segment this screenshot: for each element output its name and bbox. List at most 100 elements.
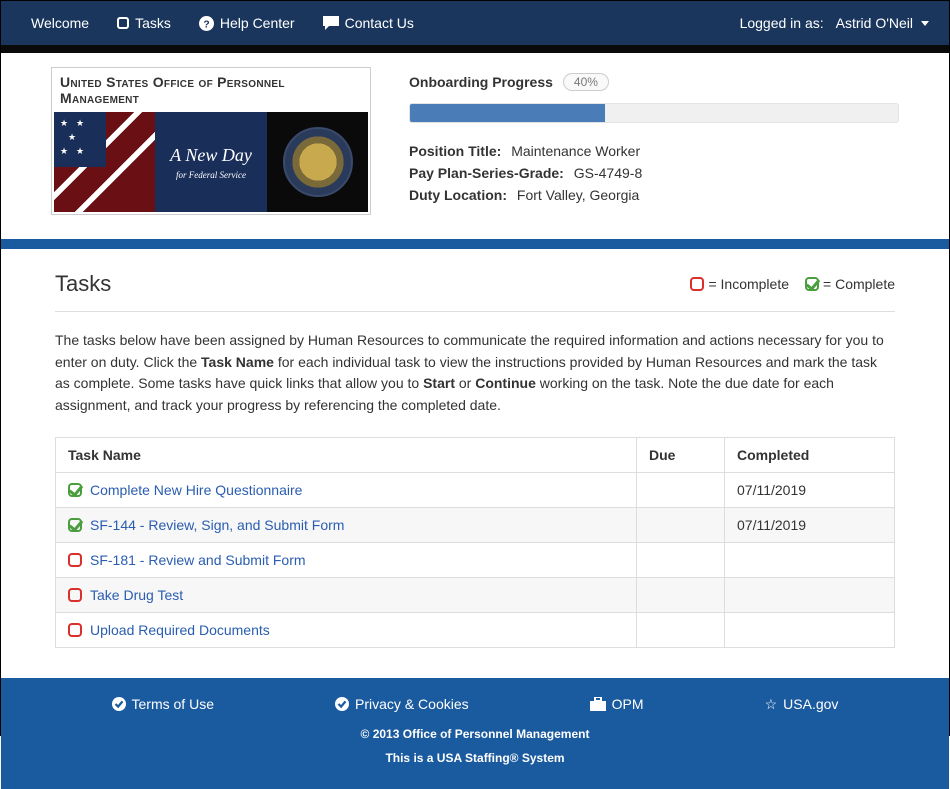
flag-image: ★ ★ ★ ★ ★ (54, 112, 155, 212)
footer-privacy[interactable]: Privacy & Cookies (335, 696, 469, 713)
pay-plan-value: GS-4749-8 (574, 165, 642, 181)
table-row: Upload Required Documents (56, 612, 895, 647)
complete-icon (805, 277, 819, 291)
tasks-table: Task Name Due Completed Complete New Hir… (55, 437, 895, 648)
onboarding-info: Onboarding Progress 40% Position Title: … (409, 67, 899, 215)
new-day-script: A New Day (170, 145, 252, 166)
position-title-value: Maintenance Worker (511, 143, 640, 159)
footer-usa-label: USA.gov (783, 696, 838, 712)
completed-cell (725, 542, 895, 577)
due-cell (637, 612, 725, 647)
completed-cell: 07/11/2019 (725, 507, 895, 542)
duty-location-line: Duty Location: Fort Valley, Georgia (409, 187, 899, 203)
position-title-line: Position Title: Maintenance Worker (409, 143, 899, 159)
task-cell: Complete New Hire Questionnaire (56, 472, 637, 507)
legend-incomplete-text: = Incomplete (708, 276, 789, 292)
due-cell (637, 507, 725, 542)
completed-cell (725, 577, 895, 612)
nav-welcome[interactable]: Welcome (17, 3, 103, 43)
table-body: Complete New Hire Questionnaire 07/11/201… (56, 472, 895, 647)
nav-welcome-label: Welcome (31, 15, 89, 31)
pay-plan-label: Pay Plan-Series-Grade: (409, 165, 564, 181)
footer-terms[interactable]: Terms of Use (112, 696, 214, 713)
footer-terms-label: Terms of Use (132, 696, 214, 712)
status-legend: = Incomplete = Complete (690, 276, 895, 292)
completed-cell (725, 612, 895, 647)
briefcase-icon (590, 697, 606, 711)
footer: Terms of Use Privacy & Cookies OPM ☆ USA… (1, 678, 949, 789)
footer-usa[interactable]: ☆ USA.gov (765, 696, 839, 713)
legend-incomplete: = Incomplete (690, 276, 789, 292)
progress-bar (409, 103, 899, 123)
footer-copyright: © 2013 Office of Personnel Management (1, 727, 949, 741)
nav-help-label: Help Center (220, 15, 295, 31)
table-row: Complete New Hire Questionnaire 07/11/201… (56, 472, 895, 507)
table-row: SF-144 - Review, Sign, and Submit Form 07… (56, 507, 895, 542)
nav-tasks-label: Tasks (135, 15, 171, 31)
footer-system: This is a USA Staffing® System (1, 751, 949, 765)
progress-label: Onboarding Progress (409, 74, 553, 90)
task-link[interactable]: SF-144 - Review, Sign, and Submit Form (90, 517, 344, 533)
col-due: Due (637, 437, 725, 472)
progress-badge: 40% (563, 73, 609, 91)
col-completed: Completed (725, 437, 895, 472)
complete-icon (68, 483, 82, 497)
due-cell (637, 472, 725, 507)
star-icon: ☆ (765, 696, 778, 713)
nav-right: Logged in as: Astrid O'Neil (740, 5, 933, 41)
task-cell: SF-144 - Review, Sign, and Submit Form (56, 507, 637, 542)
task-link[interactable]: Upload Required Documents (90, 622, 270, 638)
due-cell (637, 577, 725, 612)
incomplete-icon (68, 623, 82, 637)
duty-location-label: Duty Location: (409, 187, 507, 203)
check-circle-icon (335, 697, 349, 711)
divider-band (1, 45, 949, 53)
position-title-label: Position Title: (409, 143, 501, 159)
svg-text:?: ? (203, 19, 209, 30)
complete-icon (68, 518, 82, 532)
footer-opm[interactable]: OPM (590, 696, 644, 713)
nav-contact[interactable]: Contact Us (309, 3, 428, 43)
nav-left: Welcome Tasks ? Help Center Contact Us (17, 3, 428, 43)
task-cell: Upload Required Documents (56, 612, 637, 647)
logged-in-label: Logged in as: (740, 15, 824, 31)
logo-images: ★ ★ ★ ★ ★ A New Day for Federal Service (54, 112, 368, 212)
footer-privacy-label: Privacy & Cookies (355, 696, 469, 712)
new-day-sub: for Federal Service (176, 170, 246, 180)
seal-icon (283, 127, 353, 197)
task-link[interactable]: Complete New Hire Questionnaire (90, 482, 302, 498)
footer-opm-label: OPM (612, 696, 644, 712)
chat-icon (323, 16, 339, 30)
legend-complete-text: = Complete (823, 276, 895, 292)
incomplete-icon (68, 553, 82, 567)
check-circle-icon (112, 697, 126, 711)
help-icon: ? (199, 16, 214, 31)
table-row: Take Drug Test (56, 577, 895, 612)
incomplete-icon (690, 277, 704, 291)
legend-complete: = Complete (805, 276, 895, 292)
completed-cell: 07/11/2019 (725, 472, 895, 507)
due-cell (637, 542, 725, 577)
task-cell: SF-181 - Review and Submit Form (56, 542, 637, 577)
duty-location-value: Fort Valley, Georgia (517, 187, 639, 203)
incomplete-icon (68, 588, 82, 602)
intro-text: The tasks below have been assigned by Hu… (55, 330, 895, 417)
new-day-image: A New Day for Federal Service (155, 112, 268, 212)
task-link[interactable]: SF-181 - Review and Submit Form (90, 552, 306, 568)
pay-plan-line: Pay Plan-Series-Grade: GS-4749-8 (409, 165, 899, 181)
section-header: Tasks = Incomplete = Complete (55, 271, 895, 312)
footer-links: Terms of Use Privacy & Cookies OPM ☆ USA… (1, 696, 949, 713)
table-header-row: Task Name Due Completed (56, 437, 895, 472)
user-name: Astrid O'Neil (836, 15, 913, 31)
section-title: Tasks (55, 271, 111, 297)
task-link[interactable]: Take Drug Test (90, 587, 183, 603)
opm-seal-image (267, 112, 368, 212)
nav-tasks[interactable]: Tasks (103, 3, 185, 43)
main-content: Tasks = Incomplete = Complete The tasks … (1, 249, 949, 678)
header-panel: United States Office of Personnel Manage… (1, 53, 949, 239)
nav-help[interactable]: ? Help Center (185, 3, 309, 43)
chevron-down-icon (921, 21, 929, 26)
opm-logo-block: United States Office of Personnel Manage… (51, 67, 371, 215)
user-menu[interactable]: Astrid O'Neil (832, 5, 933, 41)
col-task-name: Task Name (56, 437, 637, 472)
